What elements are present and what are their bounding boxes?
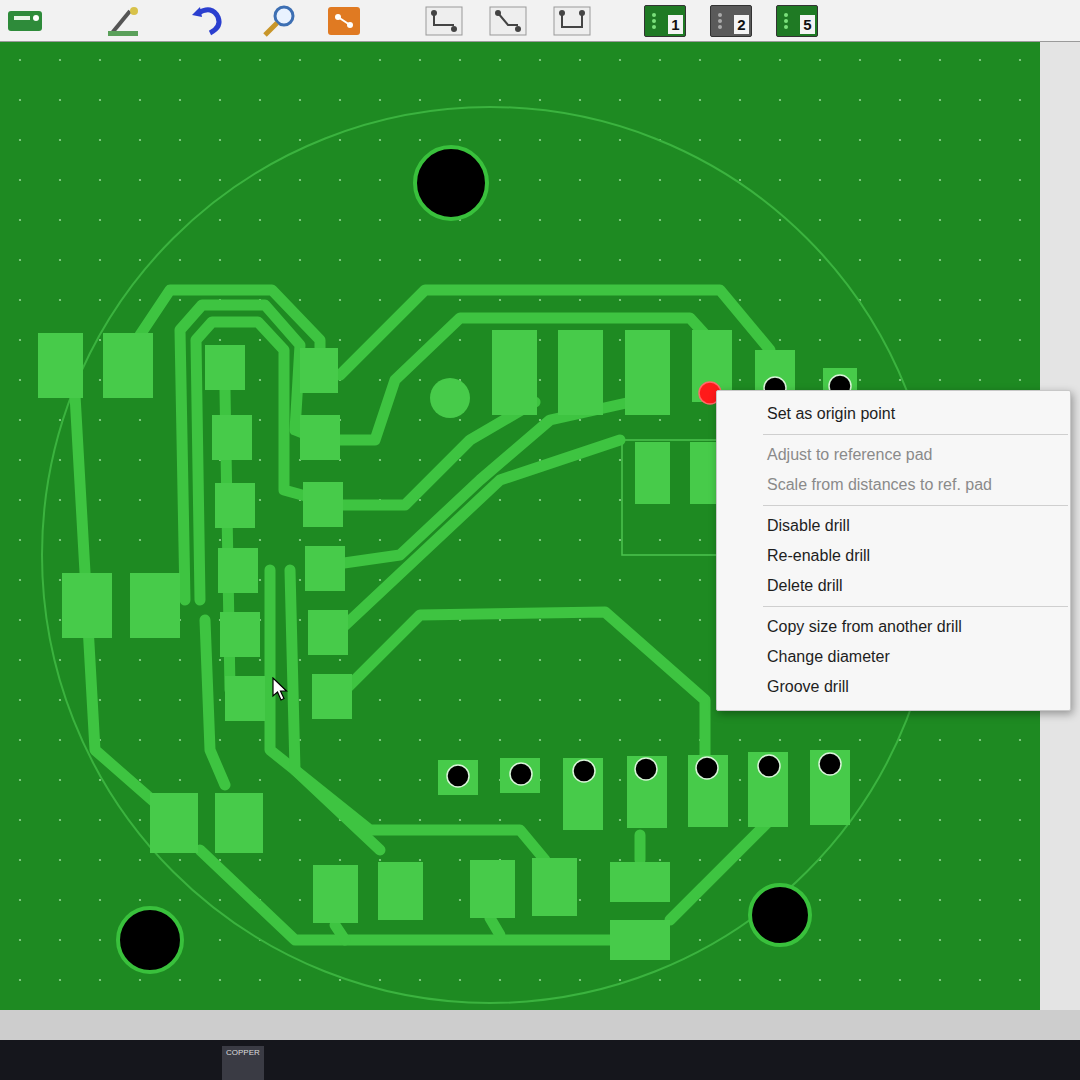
menu-item[interactable]: Set as origin point [717,399,1070,429]
menu-separator [763,434,1068,435]
menu-item[interactable]: Copy size from another drill [717,612,1070,642]
menu-item-row: Groove drill [717,672,1070,702]
menu-item-row: Adjust to reference pad [717,440,1070,470]
status-strip [0,1010,1080,1040]
menu-item-row: Set as origin point [717,399,1070,429]
menu-separator [763,606,1068,607]
layer-button[interactable]: 2 [710,5,752,37]
taskbar: COPPER [0,1040,1080,1080]
layer-icon [650,12,662,30]
context-menu: Set as origin point Adjust to reference p… [716,390,1071,711]
menu-separator-row [717,505,1070,506]
toolbar: 1 2 5 [0,0,1080,42]
board-tool-icon[interactable] [4,3,48,39]
drill-hole[interactable] [573,760,595,782]
mouse-cursor-icon [272,677,290,701]
layer-button[interactable]: 1 [644,5,686,37]
menu-item: Scale from distances to ref. pad [717,470,1070,500]
menu-item-row: Re-enable drill [717,541,1070,571]
layer-button[interactable]: 5 [776,5,818,37]
menu-item[interactable]: Disable drill [717,511,1070,541]
layer-number: 2 [734,15,749,34]
layer-icon [782,12,794,30]
layer-number: 1 [668,15,683,34]
menu-separator-row [717,606,1070,607]
menu-item-row: Copy size from another drill [717,612,1070,642]
drill-hole[interactable] [758,755,780,777]
drill-hole[interactable] [696,757,718,779]
menu-separator-row [717,434,1070,435]
menu-item[interactable]: Groove drill [717,672,1070,702]
taskbar-app[interactable]: COPPER [222,1046,264,1080]
trace-tool-icon[interactable] [422,3,466,39]
wand-tool-icon[interactable] [104,3,148,39]
menu-item-row: Change diameter [717,642,1070,672]
trace-tool-icon[interactable] [550,3,594,39]
menu-item-row: Scale from distances to ref. pad [717,470,1070,500]
menu-separator [763,505,1068,506]
trace-tool-icon[interactable] [486,3,530,39]
menu-item[interactable]: Delete drill [717,571,1070,601]
layer-buttons: 1 2 5 [644,5,818,37]
menu-item-row: Disable drill [717,511,1070,541]
layer-icon [716,12,728,30]
component-icon[interactable] [322,3,366,39]
drill-hole[interactable] [819,753,841,775]
redo-icon[interactable] [188,3,232,39]
drill-hole[interactable] [510,763,532,785]
menu-item[interactable]: Change diameter [717,642,1070,672]
layer-number: 5 [800,15,815,34]
menu-item: Adjust to reference pad [717,440,1070,470]
menu-item[interactable]: Re-enable drill [717,541,1070,571]
drill-hole[interactable] [635,758,657,780]
drill-hole[interactable] [447,765,469,787]
menu-item-row: Delete drill [717,571,1070,601]
zoom-icon[interactable] [258,3,302,39]
